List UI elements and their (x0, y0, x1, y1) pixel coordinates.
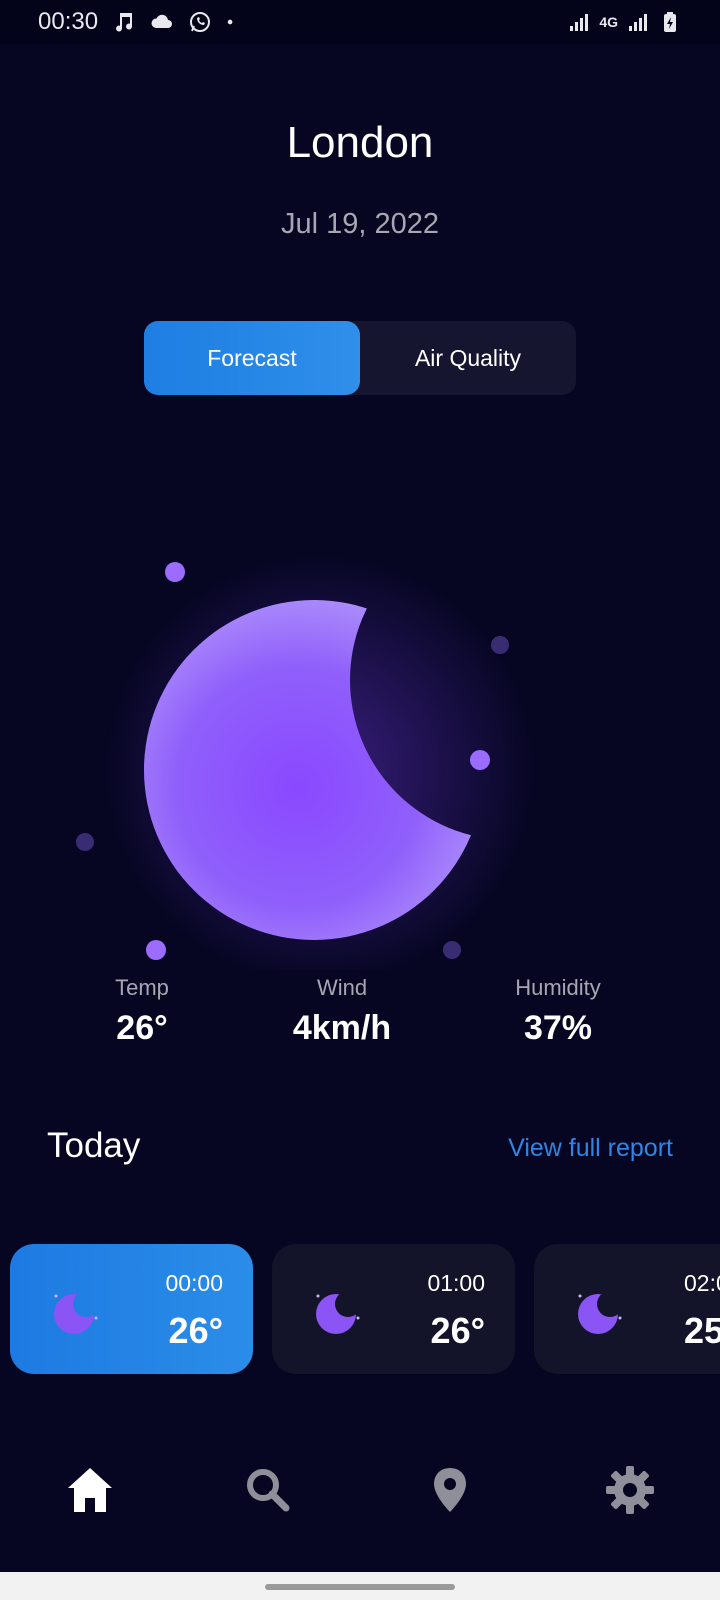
city-name: London (286, 118, 434, 167)
moon-icon (76, 555, 535, 970)
whatsapp-icon (190, 12, 211, 32)
tab-forecast[interactable]: Forecast (144, 321, 360, 395)
hour-card[interactable]: 02:00 25° (534, 1244, 720, 1374)
hour-temp: 26° (430, 1310, 485, 1351)
star-dot (491, 636, 509, 654)
network-type: 4G (599, 14, 618, 30)
gesture-bar (0, 1572, 720, 1600)
view-full-report-link[interactable]: View full report (508, 1134, 673, 1163)
hour-time: 01:00 (427, 1270, 485, 1296)
star-dot (470, 750, 490, 770)
metric-humidity: Humidity 37% (458, 975, 658, 1048)
bottom-navigation (0, 1460, 720, 1540)
star-dot (165, 562, 185, 582)
star-dot (76, 833, 94, 851)
metric-label: Humidity (515, 975, 601, 1000)
tab-air-quality[interactable]: Air Quality (360, 321, 576, 395)
star-dot (443, 941, 461, 959)
signal-icon (570, 14, 589, 31)
status-time: 00:30 (38, 8, 99, 35)
home-gesture-handle[interactable] (265, 1584, 455, 1590)
hour-card[interactable]: 01:00 26° (272, 1244, 515, 1374)
star-dot (146, 940, 166, 960)
location-pin-icon[interactable] (420, 1460, 480, 1520)
dot-icon (227, 19, 233, 25)
hour-temp: 25° (684, 1310, 720, 1351)
cloud-icon (151, 14, 173, 28)
metric-value: 26° (116, 1009, 168, 1047)
metric-label: Wind (316, 975, 368, 1000)
hour-time: 00:00 (165, 1270, 223, 1296)
battery-charging-icon (664, 12, 676, 32)
home-icon[interactable] (60, 1460, 120, 1520)
metric-value: 4km/h (292, 1009, 392, 1047)
status-bar: 00:30 4G (0, 0, 720, 44)
moon-icon (578, 1294, 622, 1334)
signal-icon (629, 14, 647, 31)
view-toggle: Forecast Air Quality (144, 321, 576, 395)
moon-icon (316, 1294, 360, 1334)
gear-icon[interactable] (600, 1460, 660, 1520)
metric-wind: Wind 4km/h (242, 975, 442, 1048)
weather-metrics: Temp 26° Wind 4km/h Humidity 37% (0, 975, 720, 1055)
metric-temp: Temp 26° (42, 975, 242, 1048)
moon-icon (54, 1294, 98, 1334)
hour-card[interactable]: 00:00 26° (10, 1244, 253, 1374)
music-note-icon (116, 13, 133, 32)
today-title: Today (47, 1126, 141, 1165)
search-icon[interactable] (238, 1460, 298, 1520)
weather-screen: 00:30 4G London Jul 19, 2022 Forecast Ai… (0, 0, 720, 1600)
hour-temp: 26° (168, 1310, 223, 1351)
current-date: Jul 19, 2022 (280, 208, 439, 240)
metric-value: 37% (523, 1009, 593, 1047)
hour-time: 02:00 (684, 1270, 720, 1296)
hourly-forecast-list[interactable]: 00:00 26° 01:00 26° 02: 25 (10, 1244, 720, 1376)
metric-label: Temp (115, 975, 169, 1000)
